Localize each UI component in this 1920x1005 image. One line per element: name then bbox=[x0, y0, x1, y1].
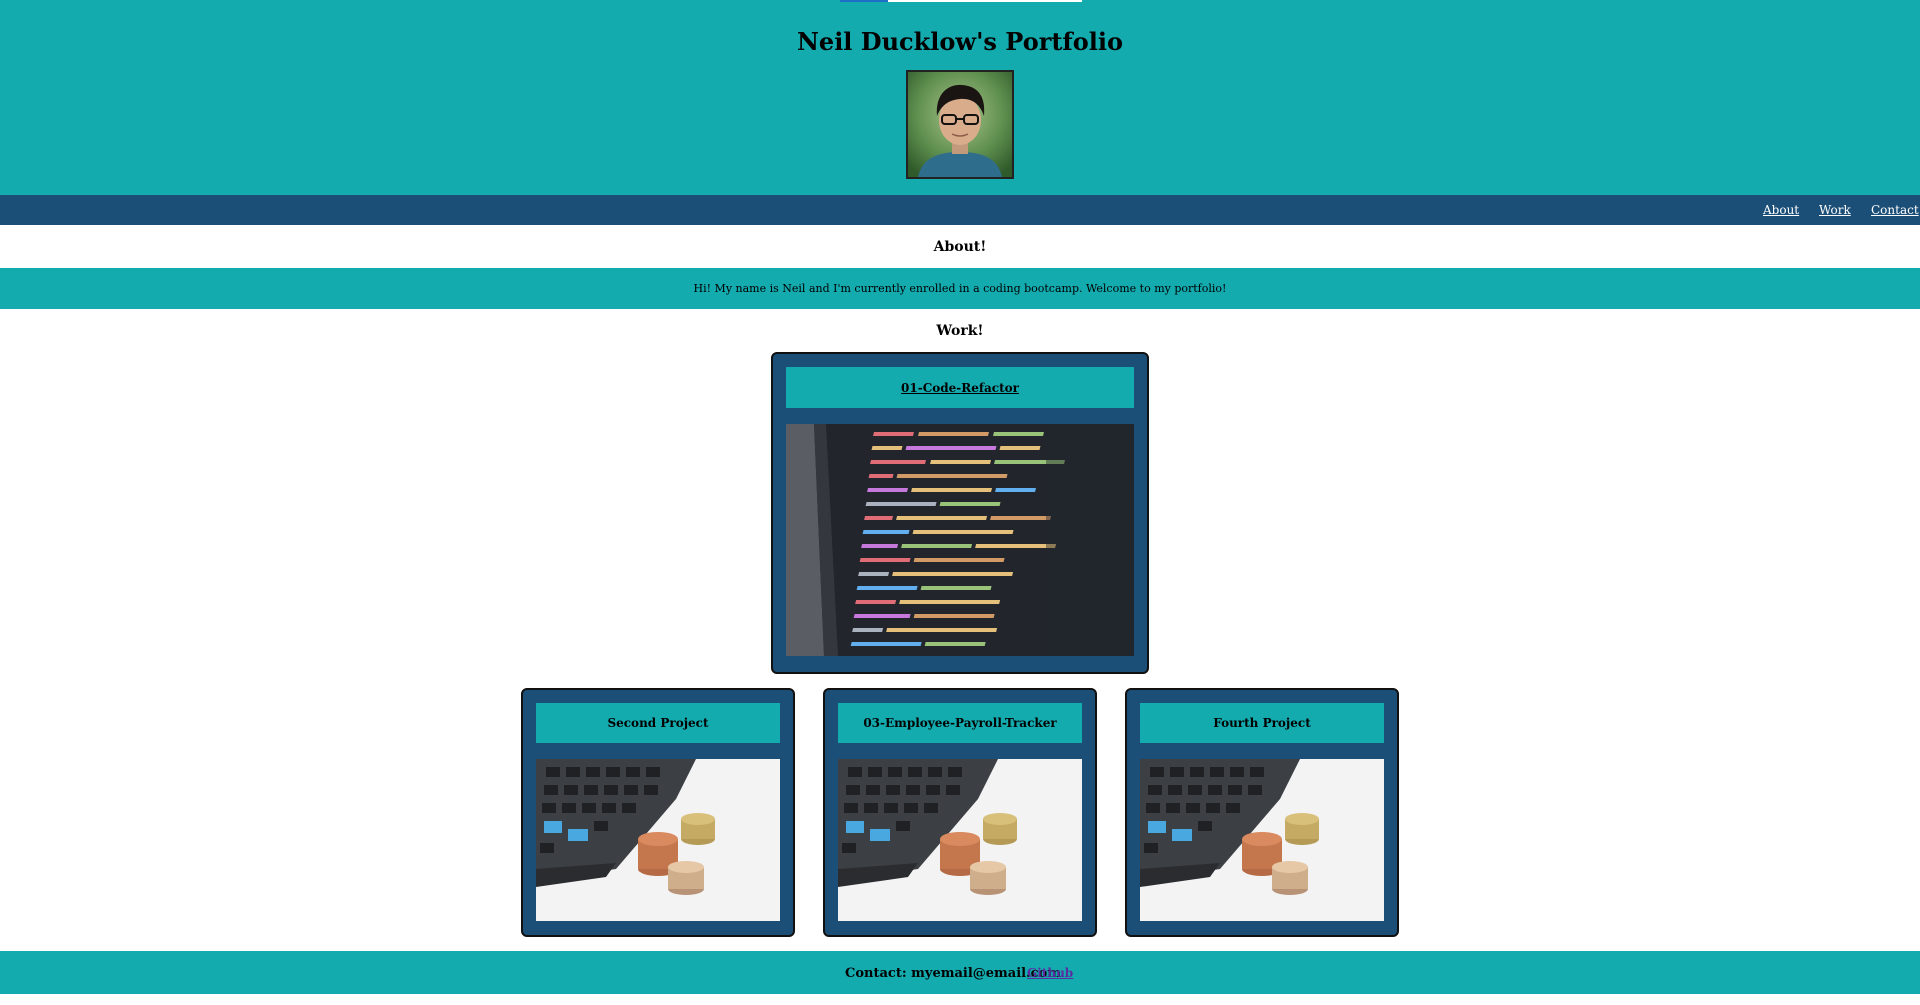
calculator-coins-image bbox=[838, 759, 1082, 921]
header: Neil Ducklow's Portfolio bbox=[0, 0, 1920, 195]
calculator-coins-image bbox=[536, 759, 780, 921]
nav-bar: About Work Contact bbox=[0, 195, 1920, 225]
github-link[interactable]: Github bbox=[1027, 966, 1073, 980]
project-card[interactable]: Fourth Project bbox=[1125, 688, 1399, 937]
work-heading: Work! bbox=[936, 323, 984, 339]
featured-project-card[interactable]: 01-Code-Refactor bbox=[771, 352, 1149, 674]
nav-link-work[interactable]: Work bbox=[1819, 203, 1851, 217]
site-title: Neil Ducklow's Portfolio bbox=[796, 27, 1123, 56]
project-card[interactable]: 03-Employee-Payroll-Tracker bbox=[823, 688, 1097, 937]
footer: Contact: myemail@email.com Github bbox=[0, 951, 1920, 994]
nav-link-about[interactable]: About bbox=[1763, 203, 1799, 217]
nav-link-contact[interactable]: Contact bbox=[1871, 203, 1919, 217]
about-text: Hi! My name is Neil and I'm currently en… bbox=[693, 282, 1227, 295]
project-card-header: 03-Employee-Payroll-Tracker bbox=[838, 703, 1082, 743]
project-card-header: Fourth Project bbox=[1140, 703, 1384, 743]
featured-project-header: 01-Code-Refactor bbox=[786, 367, 1134, 408]
avatar bbox=[906, 70, 1014, 179]
project-card-header: Second Project bbox=[536, 703, 780, 743]
header-top-bar bbox=[840, 0, 1082, 2]
project-card[interactable]: Second Project bbox=[521, 688, 795, 937]
about-heading: About! bbox=[933, 239, 987, 255]
featured-project-link[interactable]: 01-Code-Refactor bbox=[901, 381, 1019, 395]
code-screenshot-image bbox=[786, 424, 1134, 656]
calculator-coins-image bbox=[1140, 759, 1384, 921]
about-band: Hi! My name is Neil and I'm currently en… bbox=[0, 268, 1920, 309]
